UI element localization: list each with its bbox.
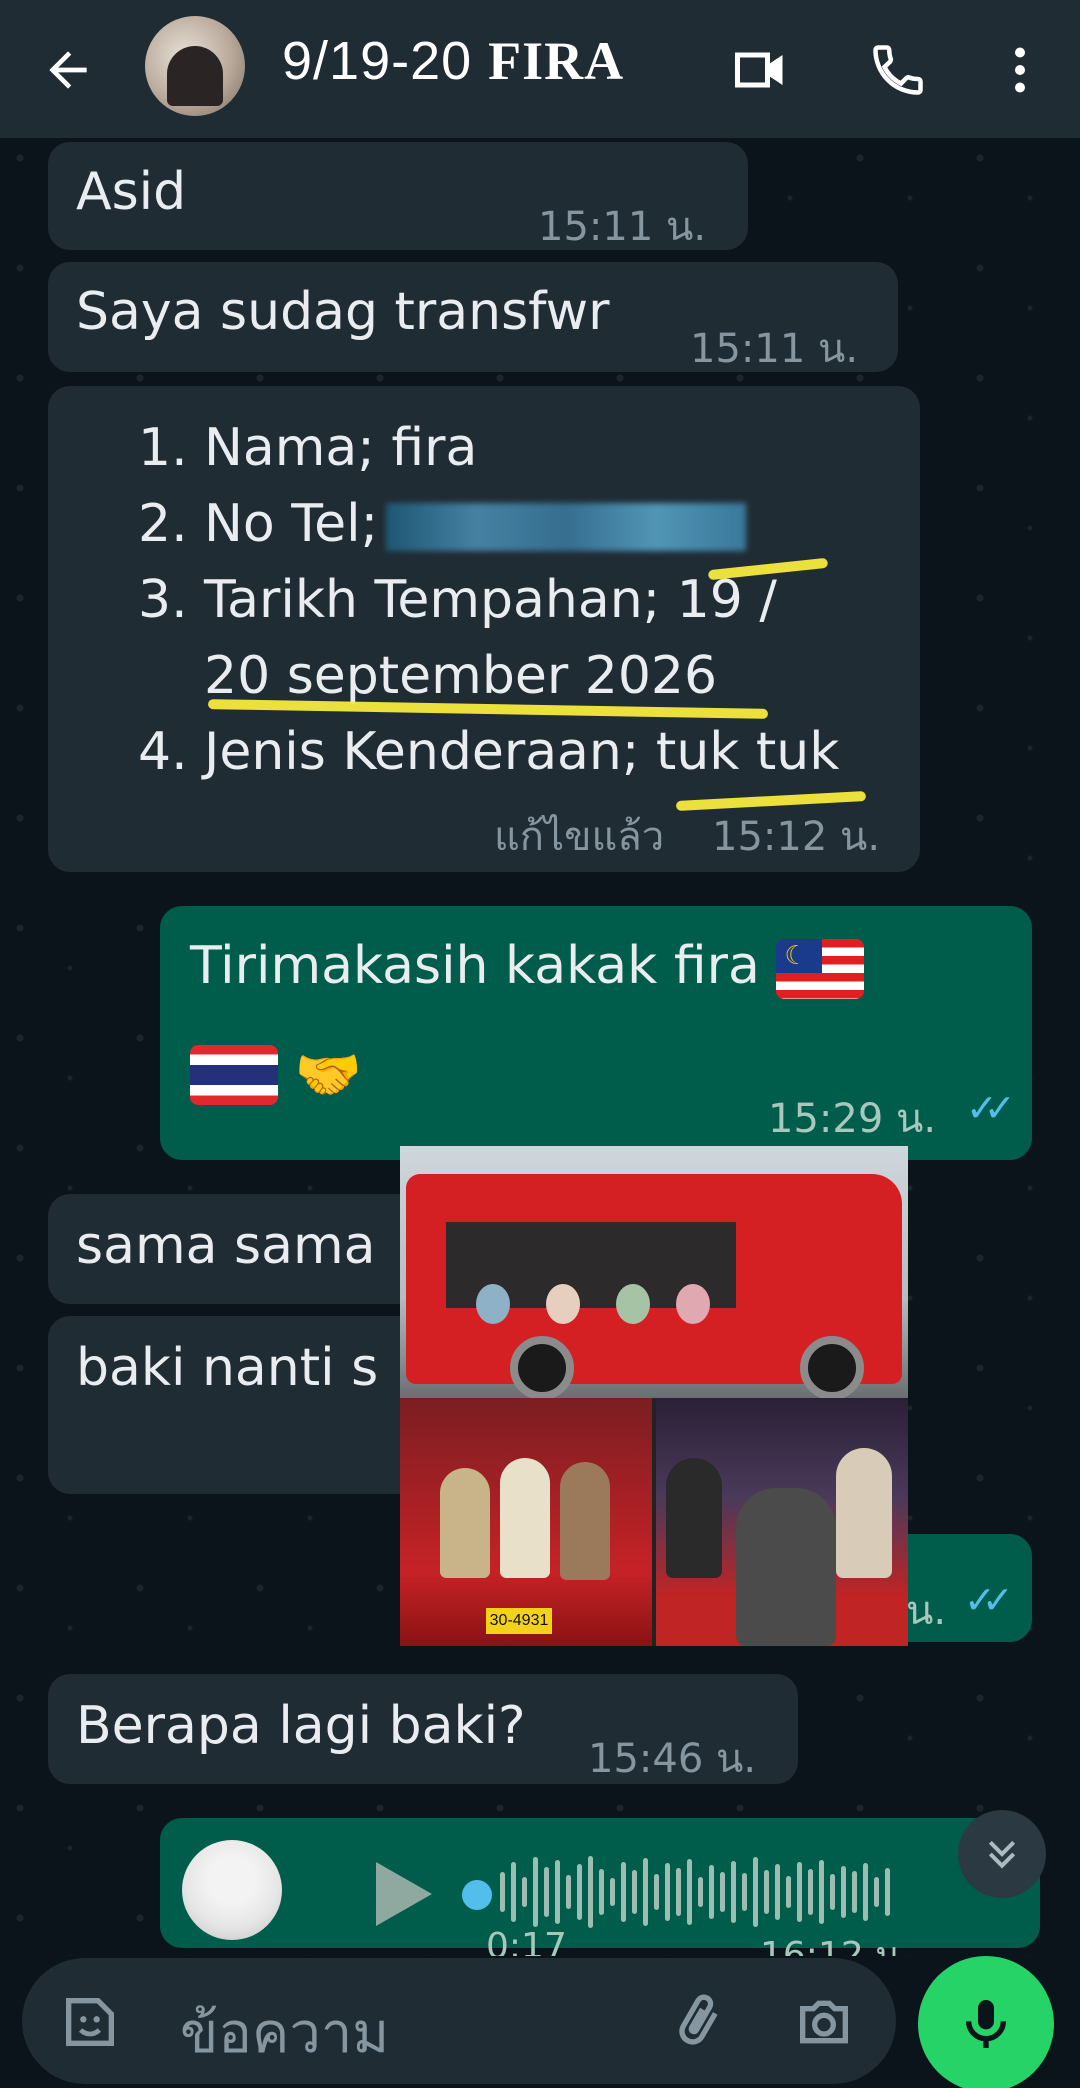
message-bubble[interactable]: Saya sudag transfwr 15:11 น. <box>48 262 898 372</box>
message-text: Tirimakasih kakak fira <box>190 936 865 999</box>
play-icon[interactable] <box>376 1862 432 1926</box>
message-text: sama sama <box>76 1216 376 1276</box>
avatar[interactable] <box>145 16 245 116</box>
message-text: Asid <box>76 162 187 222</box>
more-vertical-icon[interactable] <box>990 40 1050 100</box>
read-ticks-icon: ✓✓ <box>964 1578 1014 1622</box>
red-van-photo <box>400 1146 908 1400</box>
double-chevron-down-icon <box>988 1840 1016 1869</box>
audio-waveform[interactable] <box>500 1852 960 1932</box>
message-text: baki nanti s <box>76 1338 379 1398</box>
message-time: 15:12 น. <box>712 814 881 860</box>
voice-record-button[interactable] <box>918 1956 1054 2088</box>
tuk-tuk-photo-collage[interactable]: 30-4931 <box>400 1146 908 1646</box>
edited-label: แก้ไขแล้ว <box>494 814 665 860</box>
composer-bar: ข้อความ <box>0 1956 1080 2088</box>
redacted-phone <box>386 503 747 551</box>
camera-icon[interactable] <box>792 1990 856 2054</box>
scroll-down-button[interactable] <box>958 1810 1046 1898</box>
booking-details-list: 1. Nama; fira 2. No Tel; 3. Tarikh Tempahan… <box>138 418 840 782</box>
chat-area[interactable]: Asid 15:11 น. Saya sudag transfwr 15:11 … <box>0 138 1080 1956</box>
message-time: 15:46 น. <box>588 1736 757 1782</box>
playback-slider-thumb[interactable] <box>462 1880 492 1910</box>
message-time: 15:29 น. <box>768 1096 937 1142</box>
voice-call-icon[interactable] <box>868 40 928 100</box>
back-arrow-icon[interactable] <box>40 42 96 98</box>
attach-icon[interactable] <box>666 1990 730 2054</box>
handshake-icon: 🤝 <box>294 1043 362 1106</box>
message-time: 15:11 น. <box>538 204 707 250</box>
microphone-icon <box>966 2000 1006 2048</box>
message-bubble[interactable]: Berapa lagi baki? 15:46 น. <box>48 1674 798 1784</box>
chat-header: 9/19-20 FIRA <box>0 0 1080 138</box>
message-time: น. <box>906 1588 947 1634</box>
message-text: Saya sudag transfwr <box>76 282 610 342</box>
thailand-flag-icon <box>190 1045 278 1105</box>
sticker-icon[interactable] <box>58 1990 122 2054</box>
sender-avatar <box>182 1840 282 1940</box>
message-bubble[interactable]: Asid 15:11 น. <box>48 142 748 250</box>
message-bubble[interactable]: 1. Nama; fira 2. No Tel; 3. Tarikh Tempahan… <box>48 386 920 872</box>
tuk-tuk-interior-photo: 30-4931 <box>400 1398 652 1646</box>
malaysia-flag-icon <box>776 939 865 999</box>
license-plate: 30-4931 <box>486 1608 552 1634</box>
message-placeholder: ข้อความ <box>180 2001 390 2066</box>
voice-message-bubble[interactable]: 0:17 16:12 น. <box>160 1818 1040 1976</box>
message-bubble-outgoing[interactable]: Tirimakasih kakak fira 🤝 15:29 น. ✓✓ <box>160 906 1032 1160</box>
video-call-icon[interactable] <box>730 40 790 100</box>
message-text: Berapa lagi baki? <box>76 1696 526 1756</box>
message-input[interactable]: ข้อความ <box>22 1958 896 2084</box>
read-ticks-icon: ✓✓ <box>966 1086 1016 1130</box>
message-time: 15:11 น. <box>690 326 859 372</box>
chat-title[interactable]: 9/19-20 FIRA <box>282 30 624 92</box>
group-photo <box>656 1398 908 1646</box>
